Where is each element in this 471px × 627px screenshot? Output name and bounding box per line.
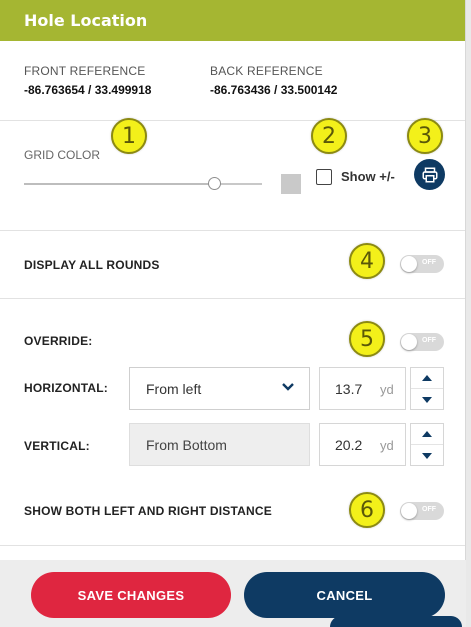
annotation-badge-5: 5 [349,321,385,357]
toggle-off-text: OFF [422,337,436,344]
horizontal-distance-unit: yd [380,382,394,397]
chevron-down-icon [282,383,294,391]
vertical-select-value: From Bottom [146,436,227,453]
vertical-distance-value: 20.2 [335,437,363,453]
toggle-knob [401,256,417,272]
front-reference-value: -86.763654 / 33.499918 [24,83,152,97]
print-button[interactable] [414,159,445,190]
hole-location-panel: Hole Location FRONT REFERENCE -86.763654… [0,0,466,627]
grid-color-label: GRID COLOR [24,148,101,162]
grid-color-swatch[interactable] [281,174,301,194]
annotation-badge-3: 3 [407,118,443,154]
annotation-badge-2: 2 [311,118,347,154]
increment-button[interactable] [411,424,443,445]
increment-button[interactable] [411,368,443,389]
vertical-stepper[interactable] [410,423,444,466]
horizontal-select[interactable]: From left [129,367,310,410]
toggle-knob [401,334,417,350]
printer-icon [422,167,437,182]
show-plus-minus-label: Show +/- [341,169,395,184]
horizontal-distance-input[interactable]: 13.7 yd [319,367,406,410]
toggle-off-text: OFF [422,259,436,266]
grid-color-slider[interactable] [24,177,262,190]
annotation-badge-4: 4 [349,243,385,279]
caret-up-icon [422,431,432,437]
front-reference: FRONT REFERENCE -86.763654 / 33.499918 [24,64,151,97]
grid-color-section: GRID COLOR Show +/- [0,121,465,231]
caret-down-icon [422,452,432,459]
panel-header: Hole Location [0,0,465,41]
annotation-badge-1: 1 [111,118,147,154]
display-all-rounds-label: DISPLAY ALL ROUNDS [24,258,160,272]
override-toggle[interactable]: OFF [400,333,444,351]
vertical-distance-input[interactable]: 20.2 yd [319,423,406,466]
back-reference: BACK REFERENCE -86.763436 / 33.500142 [210,64,337,97]
references-section: FRONT REFERENCE -86.763654 / 33.499918 B… [0,41,465,121]
back-reference-value: -86.763436 / 33.500142 [210,83,338,97]
horizontal-label: HORIZONTAL: [24,381,108,395]
underlying-button-edge [330,616,462,627]
display-all-rounds-toggle[interactable]: OFF [400,255,444,273]
cancel-button[interactable]: CANCEL [244,572,445,618]
horizontal-select-value: From left [146,380,202,397]
caret-up-icon [422,375,432,381]
horizontal-stepper[interactable] [410,367,444,410]
slider-thumb[interactable] [207,177,221,190]
show-plus-minus-checkbox[interactable] [316,169,332,185]
horizontal-distance-value: 13.7 [335,381,363,397]
slider-fill [24,183,215,185]
decrement-button[interactable] [411,389,443,410]
override-label: OVERRIDE: [24,334,93,348]
back-reference-label: BACK REFERENCE [210,64,323,78]
vertical-distance-unit: yd [380,438,394,453]
toggle-off-text: OFF [422,506,436,513]
panel-title: Hole Location [24,11,148,30]
show-both-distance-label: SHOW BOTH LEFT AND RIGHT DISTANCE [24,504,272,518]
toggle-knob [401,503,417,519]
show-both-distance-toggle[interactable]: OFF [400,502,444,520]
vertical-select[interactable]: From Bottom [129,423,310,466]
annotation-badge-6: 6 [349,492,385,528]
display-all-rounds-section: DISPLAY ALL ROUNDS OFF [0,231,465,299]
save-changes-button[interactable]: SAVE CHANGES [31,572,231,618]
caret-down-icon [422,396,432,403]
override-section: OVERRIDE: OFF HORIZONTAL: From left 13.7… [0,299,465,546]
decrement-button[interactable] [411,445,443,466]
front-reference-label: FRONT REFERENCE [24,64,146,78]
vertical-label: VERTICAL: [24,439,90,453]
